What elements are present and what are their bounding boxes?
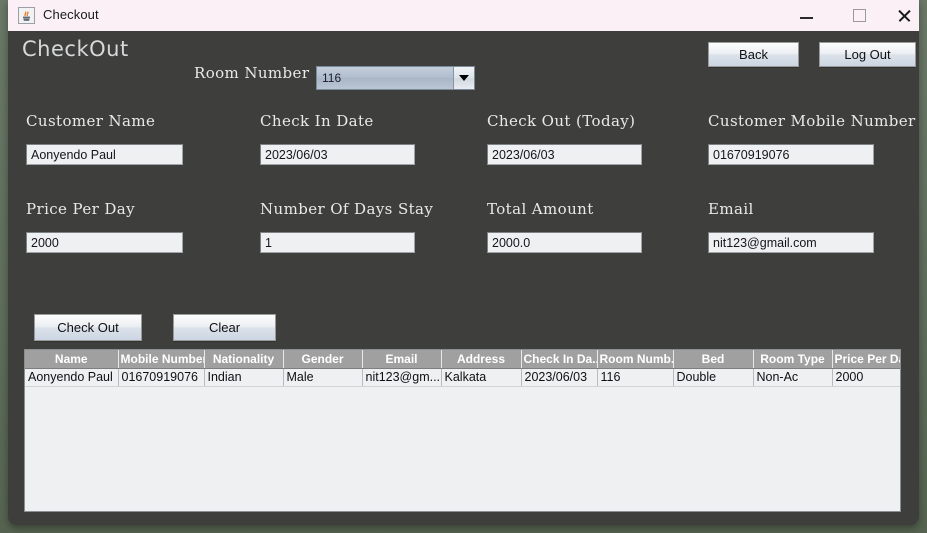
clear-button[interactable]: Clear [173, 314, 276, 341]
table-cell[interactable]: Kalkata [441, 368, 522, 387]
check-in-date-label: Check In Date [260, 112, 374, 130]
table-body: Aonyendo Paul 01670919076 Indian Male nit123… [25, 368, 900, 387]
table-cell[interactable]: Non-Ac [753, 368, 833, 387]
table-empty-area [25, 387, 900, 511]
desktop-background: Checkout CheckOut Room Number 116 Back L… [0, 0, 927, 533]
table-cell[interactable]: Indian [204, 368, 284, 387]
checkout-panel: CheckOut Room Number 116 Back Log Out Cu… [8, 31, 919, 525]
maximize-icon [852, 9, 866, 22]
email-input[interactable]: nit123@gmail.com [708, 232, 874, 253]
close-button[interactable] [881, 0, 919, 31]
customer-name-label: Customer Name [26, 112, 156, 130]
table-header-cell[interactable]: Bed [673, 350, 754, 369]
check-out-date-label: Check Out (Today) [487, 112, 636, 130]
total-amount-input[interactable]: 2000.0 [487, 232, 642, 253]
maximize-button[interactable] [836, 0, 882, 31]
window-title: Checkout [43, 7, 99, 22]
room-number-label: Room Number [194, 64, 310, 82]
chevron-down-icon[interactable] [453, 67, 474, 89]
window-titlebar: Checkout [8, 0, 919, 32]
back-button[interactable]: Back [708, 42, 799, 67]
table-header-cell[interactable]: Price Per Day [832, 350, 900, 369]
page-title: CheckOut [22, 37, 129, 61]
table-cell[interactable]: 01670919076 [118, 368, 205, 387]
price-per-day-input[interactable]: 2000 [26, 232, 183, 253]
customer-mobile-number-label: Customer Mobile Number [708, 112, 916, 130]
check-out-button[interactable]: Check Out [34, 314, 142, 341]
table-header-cell[interactable]: Address [441, 350, 522, 369]
minimize-button[interactable] [783, 0, 829, 31]
minimize-icon [799, 17, 813, 19]
table-header-cell[interactable]: Gender [283, 350, 363, 369]
price-per-day-label: Price Per Day [26, 200, 135, 218]
room-number-value: 116 [322, 71, 342, 85]
table-header-cell[interactable]: Mobile Number [118, 350, 205, 369]
table-cell[interactable]: Double [673, 368, 754, 387]
table-header-cell[interactable]: Email [362, 350, 442, 369]
number-of-days-stay-input[interactable]: 1 [260, 232, 415, 253]
customer-name-input[interactable]: Aonyendo Paul [26, 144, 183, 165]
table-header-cell[interactable]: Nationality [204, 350, 284, 369]
table-header-cell[interactable]: Check In Da... [521, 350, 598, 369]
java-coffee-cup-icon [18, 7, 35, 24]
table-header-row: Name Mobile Number Nationality Gender Email A… [25, 350, 900, 369]
table-cell[interactable]: nit123@gm... [362, 368, 442, 387]
table-cell[interactable]: 116 [597, 368, 674, 387]
email-label: Email [708, 200, 754, 218]
check-out-date-input[interactable]: 2023/06/03 [487, 144, 642, 165]
table-cell[interactable]: Male [283, 368, 363, 387]
bookings-table-container: Name Mobile Number Nationality Gender Email A… [24, 349, 901, 512]
number-of-days-stay-label: Number Of Days Stay [260, 200, 434, 218]
table-header-cell[interactable]: Room Numb... [597, 350, 674, 369]
customer-mobile-number-input[interactable]: 01670919076 [708, 144, 874, 165]
total-amount-label: Total Amount [487, 200, 594, 218]
logout-button[interactable]: Log Out [819, 42, 916, 67]
table-cell[interactable]: Aonyendo Paul [25, 368, 119, 387]
table-cell[interactable]: 2023/06/03 [521, 368, 598, 387]
close-icon [897, 9, 911, 23]
table-cell[interactable]: 2000 [832, 368, 900, 387]
table-header-cell[interactable]: Name [25, 350, 119, 369]
room-number-select[interactable]: 116 [316, 66, 475, 90]
table-header-cell[interactable]: Room Type [753, 350, 833, 369]
bookings-table: Name Mobile Number Nationality Gender Email A… [25, 350, 900, 387]
checkout-window: Checkout CheckOut Room Number 116 Back L… [8, 0, 919, 525]
table-row[interactable]: Aonyendo Paul 01670919076 Indian Male nit123… [25, 368, 900, 387]
check-in-date-input[interactable]: 2023/06/03 [260, 144, 415, 165]
table-header: Name Mobile Number Nationality Gender Email A… [25, 350, 900, 369]
